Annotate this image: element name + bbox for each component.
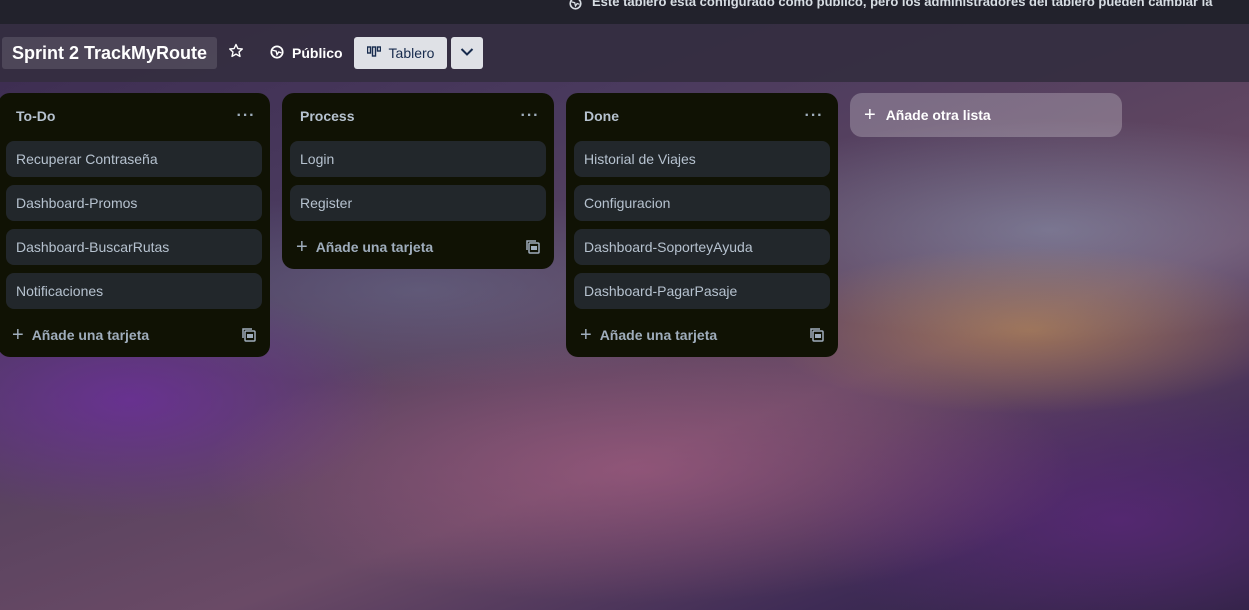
card[interactable]: Register [290,185,546,221]
chevron-down-icon [460,44,474,62]
add-card-label: Añade una tarjeta [315,239,434,255]
list-title[interactable]: Process [300,108,354,124]
list-header: Done ··· [566,93,838,139]
plus-icon: + [864,104,876,126]
list-header: Process ··· [282,93,554,139]
visibility-label: Público [292,45,343,61]
list-footer: + Añade una tarjeta [566,313,838,357]
globe-icon [270,44,284,62]
add-card-button[interactable]: + Añade una tarjeta [296,237,433,257]
list-footer: + Añade una tarjeta [282,225,554,269]
list-menu-button[interactable]: ··· [234,107,258,125]
public-board-notice: Este tablero está configurado como públi… [569,0,1213,10]
card[interactable]: Login [290,141,546,177]
visibility-button[interactable]: Público [262,39,351,67]
plus-icon: + [580,324,592,346]
card-template-icon[interactable] [810,328,824,342]
list-footer: + Añade una tarjeta [0,313,270,357]
add-card-button[interactable]: + Añade una tarjeta [12,325,149,345]
add-list-label: Añade otra lista [885,107,991,123]
top-notice-bar: Este tablero está configurado como públi… [0,0,1249,24]
list-process: Process ··· Login Register + Añade una t… [282,93,554,269]
add-card-label: Añade una tarjeta [31,327,150,343]
list-title[interactable]: Done [584,108,619,124]
add-list-button[interactable]: + Añade otra lista [850,93,1122,137]
card[interactable]: Notificaciones [6,273,262,309]
star-icon [228,43,244,64]
board-view-button[interactable]: Tablero [354,37,447,69]
card-template-icon[interactable] [526,240,540,254]
add-card-label: Añade una tarjeta [599,327,718,343]
plus-icon: + [12,324,24,346]
card[interactable]: Configuracion [574,185,830,221]
card[interactable]: Dashboard-Promos [6,185,262,221]
plus-icon: + [296,236,308,258]
card[interactable]: Recuperar Contraseña [6,141,262,177]
board-view-label: Tablero [388,45,435,61]
card[interactable]: Historial de Viajes [574,141,830,177]
list-menu-button[interactable]: ··· [518,107,542,125]
list-todo: To-Do ··· Recuperar Contraseña Dashboard… [0,93,270,357]
board-header: Sprint 2 TrackMyRoute Público Tablero [0,24,1249,82]
list-header: To-Do ··· [0,93,270,139]
list-title[interactable]: To-Do [16,108,55,124]
board-title[interactable]: Sprint 2 TrackMyRoute [2,37,218,69]
card[interactable]: Dashboard-PagarPasaje [574,273,830,309]
add-card-button[interactable]: + Añade una tarjeta [580,325,717,345]
card-template-icon[interactable] [242,328,256,342]
card[interactable]: Dashboard-BuscarRutas [6,229,262,265]
view-dropdown-button[interactable] [451,37,483,69]
board-view-icon [366,45,381,61]
card[interactable]: Dashboard-SoporteyAyuda [574,229,830,265]
list-done: Done ··· Historial de Viajes Configuraci… [566,93,838,357]
globe-icon [569,0,582,13]
star-button[interactable] [222,39,250,67]
list-menu-button[interactable]: ··· [802,107,826,125]
notice-text: Este tablero está configurado como públi… [592,0,1213,9]
